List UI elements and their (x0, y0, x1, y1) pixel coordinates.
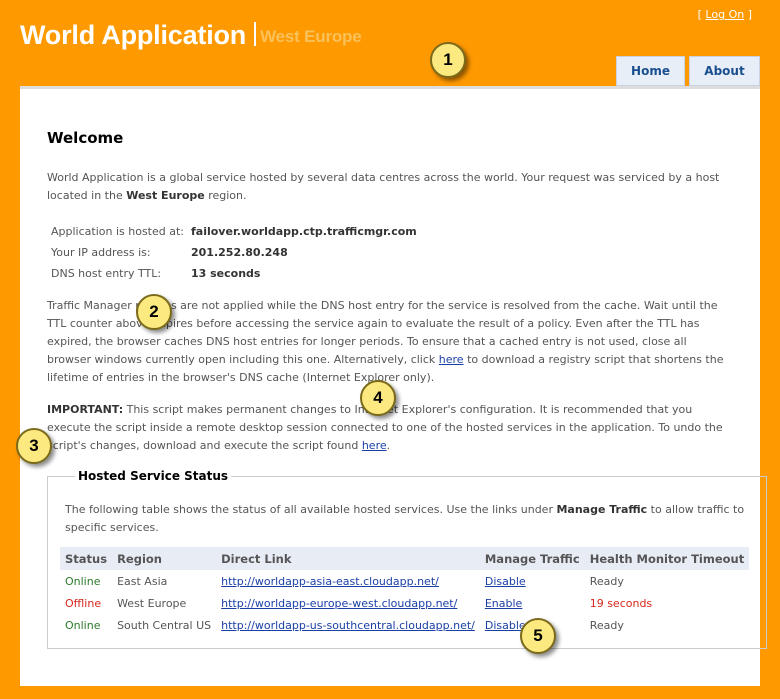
status-table-header: Status Region Direct Link Manage Traffic… (60, 547, 750, 570)
direct-link[interactable]: http://worldapp-us-southcentral.cloudapp… (221, 619, 475, 632)
callout-2: 2 (136, 294, 172, 330)
important-label: IMPORTANT: (47, 403, 124, 416)
direct-link[interactable]: http://worldapp-europe-west.cloudapp.net… (221, 597, 457, 610)
timeout-cell: Ready (589, 618, 624, 632)
info-label: Application is hosted at: (51, 225, 184, 238)
status-cell: Online (65, 618, 101, 632)
region-cell: East Asia (117, 574, 168, 588)
info-row: Application is hosted at: failover.worlda… (51, 221, 417, 242)
timeout-cell: Ready (589, 574, 624, 588)
callout-5: 5 (520, 618, 556, 654)
status-table: Status Region Direct Link Manage Traffic… (60, 547, 750, 636)
col-status: Status (60, 547, 113, 570)
col-manage-traffic: Manage Traffic (479, 547, 585, 570)
intro-text: World Application is a global service ho… (47, 169, 732, 205)
app-name: World Application (20, 20, 247, 50)
login-area: [ Log On ] (698, 8, 752, 21)
main-menu: Home About (616, 56, 760, 86)
log-on-link[interactable]: Log On (705, 8, 744, 21)
col-region: Region (112, 547, 217, 570)
info-value-ttl: 13 seconds (191, 267, 261, 280)
menu-about[interactable]: About (689, 56, 760, 86)
hosted-status-description: The following table shows the status of … (65, 501, 749, 537)
status-cell: Online (65, 574, 101, 588)
title-separator (254, 22, 257, 46)
info-row: Your IP address is: 201.252.80.248 (51, 242, 417, 263)
menu-home[interactable]: Home (616, 56, 685, 86)
table-row: Offline West Europe http://worldapp-euro… (60, 592, 749, 614)
info-label: DNS host entry TTL: (51, 267, 162, 280)
direct-link[interactable]: http://worldapp-asia-east.cloudapp.net/ (221, 575, 439, 588)
timeout-cell: 19 seconds (589, 596, 653, 610)
hosted-service-status: Hosted Service Status The following tabl… (47, 469, 768, 649)
enable-traffic-link[interactable]: Enable (485, 597, 522, 610)
table-row: Online South Central US http://worldapp-… (60, 614, 749, 636)
table-row: Online East Asia http://worldapp-asia-ea… (60, 570, 749, 592)
region-cell: West Europe (117, 596, 187, 610)
callout-4: 4 (360, 380, 396, 416)
info-value-ip: 201.252.80.248 (191, 246, 288, 259)
callout-1: 1 (430, 42, 466, 78)
host-info-table: Application is hosted at: failover.worlda… (51, 221, 417, 284)
col-health-timeout: Health Monitor Timeout (584, 547, 750, 570)
info-label: Your IP address is: (51, 246, 151, 259)
important-text-end: . (386, 439, 391, 452)
page-title: Welcome (47, 129, 124, 147)
registry-script-link[interactable]: here (439, 353, 464, 366)
info-value-host: failover.worldapp.ctp.trafficmgr.com (191, 225, 417, 238)
hosted-status-legend: Hosted Service Status (78, 469, 229, 483)
intro-region: West Europe (126, 189, 205, 202)
app-title: World Application West Europe (20, 20, 362, 51)
col-direct-link: Direct Link (216, 547, 480, 570)
disable-traffic-link[interactable]: Disable (485, 619, 526, 632)
login-bracket-close: ] (744, 8, 752, 21)
intro-text-end: region. (204, 189, 247, 202)
hosted-desc-part: The following table shows the status of … (65, 503, 557, 516)
hosted-desc-bold: Manage Traffic (556, 503, 648, 516)
undo-script-link[interactable]: here (362, 439, 387, 452)
callout-3: 3 (16, 428, 52, 464)
region-cell: South Central US (117, 618, 212, 632)
info-row: DNS host entry TTL: 13 seconds (51, 263, 417, 284)
app-region: West Europe (260, 27, 362, 46)
status-cell: Offline (65, 596, 102, 610)
disable-traffic-link[interactable]: Disable (485, 575, 526, 588)
